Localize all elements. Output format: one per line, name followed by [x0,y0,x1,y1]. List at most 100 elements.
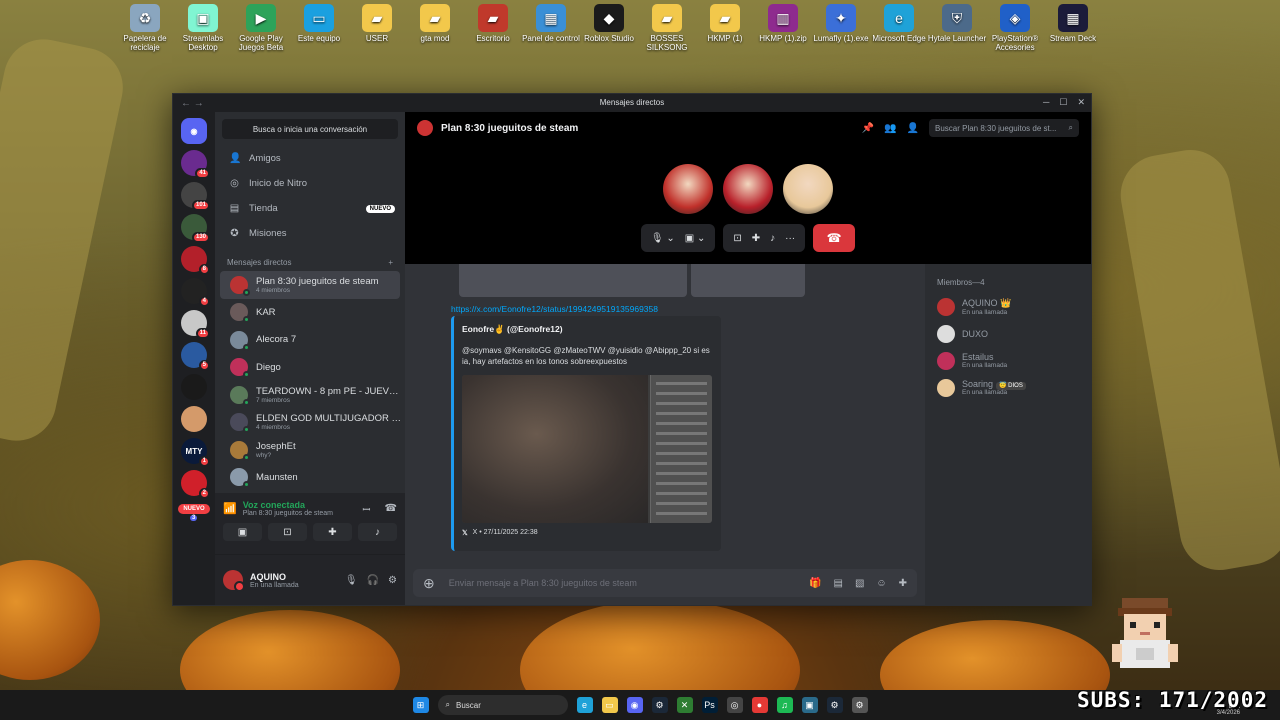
desktop-icon[interactable]: ✦ Lumafly (1).exe [809,4,873,43]
nav-item[interactable]: ✪ Misiones [215,221,405,246]
channel-search-input[interactable]: Buscar Plan 8:30 jueguitos de st... ⌕ [929,119,1079,137]
xbox-icon[interactable]: ✕ [676,697,693,713]
sticker-icon[interactable]: ▧ [855,578,864,589]
server-avatar-icon[interactable]: 2 [181,470,210,499]
nav-item[interactable]: 👤 Amigos [215,146,405,171]
gear-icon[interactable]: ⚙ [388,575,397,586]
desktop-icon[interactable]: ◆ Roblox Studio [577,4,641,43]
server-avatar-icon[interactable] [181,374,207,400]
emoji-icon[interactable]: ☺ [876,578,886,589]
camera-icon[interactable]: ▣ ⌄ [685,233,706,244]
desktop-icon[interactable]: ▦ Stream Deck [1041,4,1105,43]
soundboard-button[interactable]: ♪ [358,523,397,541]
server-avatar-icon[interactable]: MTY 1 [181,438,210,467]
message-composer[interactable]: ⊕ Enviar mensaje a Plan 8:30 jueguitos d… [413,569,917,597]
participant-avatar[interactable] [783,164,833,214]
server-avatar-icon[interactable]: 101 [181,182,210,211]
desktop-icon[interactable]: ▰ HKMP (1) [693,4,757,43]
settings-icon[interactable]: ⚙ [851,697,868,713]
dm-item[interactable]: JosephEt why? [220,436,400,464]
app-icon[interactable]: ▣ [801,697,818,713]
disconnect-icon[interactable]: ☎ [385,503,397,514]
desktop-icon[interactable]: ◈ PlayStation® Accesories [983,4,1047,52]
members-icon[interactable]: 👤 [907,123,919,134]
new-pill[interactable]: NUEVO 3 [178,504,210,521]
desktop-icon[interactable]: ▦ Panel de control [519,4,583,43]
member-item[interactable]: Estailus En una llamada [937,347,1079,374]
desktop-icon[interactable]: ▰ BOSSES SILKSONG [635,4,699,52]
share-screen-icon[interactable]: ⊡ [733,233,741,244]
desktop-icon[interactable]: ▥ HKMP (1).zip [751,4,815,43]
microphone-icon[interactable]: 🎙 ⌄ [651,233,675,244]
dm-item[interactable]: TEARDOWN - 8 pm PE - JUEVES 7 miembros [220,381,401,409]
dm-item[interactable]: Alecora 7 [220,326,400,354]
server-avatar-icon[interactable]: 4 [181,278,210,307]
message-link[interactable]: https://x.com/Eonofre12/status/199424951… [451,304,658,314]
spotify-icon[interactable]: ♫ [776,697,793,713]
desktop-icon[interactable]: ⛨ Hytale Launcher [925,4,989,43]
chrome-icon[interactable]: ● [751,697,768,713]
gift-icon[interactable]: 🎁 [809,578,821,589]
server-avatar-icon[interactable]: 11 [181,310,210,339]
member-item[interactable]: AQUINO 👑 En una llamada [937,293,1079,320]
discord-home-icon[interactable]: ◉ [181,118,207,144]
participant-avatar[interactable] [723,164,773,214]
embed-author[interactable]: Eonofre✌ (@Eonofre12) [462,324,713,335]
embed-image[interactable] [462,375,712,523]
desktop-icon[interactable]: ▶ Google Play Juegos Beta [229,4,293,52]
activities-icon[interactable]: ✚ [752,233,760,244]
participant-avatar[interactable] [663,164,713,214]
soundboard-icon[interactable]: ♪ [770,233,775,244]
add-attachment-icon[interactable]: ⊕ [423,575,435,592]
server-avatar-icon[interactable]: 5 [181,342,210,371]
nav-item[interactable]: ▤ Tienda NUEVO [215,196,405,221]
headphones-icon[interactable]: 🎧 [367,575,379,586]
more-icon[interactable]: ··· [785,233,795,244]
noise-suppression-icon[interactable]: ꟷ [362,502,370,516]
file-explorer-icon[interactable]: ▭ [601,697,618,713]
gif-icon[interactable]: ▤ [833,578,842,589]
server-avatar-icon[interactable] [181,406,207,432]
steam-icon[interactable]: ⚙ [826,697,843,713]
microphone-icon[interactable]: 🎙 [345,575,358,586]
minimize-icon[interactable]: ─ [1043,97,1049,108]
avatar[interactable] [223,570,245,592]
share-screen-button[interactable]: ⊡ [268,523,307,541]
desktop-icon[interactable]: e Microsoft Edge [867,4,931,43]
edge-icon[interactable]: e [576,697,593,713]
maximize-icon[interactable]: ☐ [1059,97,1067,108]
member-item[interactable]: Soaring 😇 DIOS En una llamada [937,374,1079,401]
dm-item[interactable]: ELDEN GOD MULTIJUGADOR 7... 4 miembros [220,409,401,437]
desktop-icon[interactable]: ▰ gta mod [403,4,467,43]
start-icon[interactable]: ⊞ [412,697,429,713]
username[interactable]: AQUINO [250,572,299,582]
camera-button[interactable]: ▣ [223,523,262,541]
close-icon[interactable]: ✕ [1077,97,1085,108]
voice-status[interactable]: Voz conectada [243,500,357,510]
photoshop-icon[interactable]: Ps [701,697,718,713]
obs-icon[interactable]: ◎ [726,697,743,713]
taskbar-search[interactable]: ⌕ Buscar [437,695,568,715]
activities-button[interactable]: ✚ [313,523,352,541]
server-avatar-icon[interactable]: 130 [181,214,210,243]
voice-channel[interactable]: Plan 8:30 jueguitos de steam [243,510,357,517]
desktop-icon[interactable]: ▣ Streamlabs Desktop [171,4,235,52]
create-dm-button[interactable]: + [388,258,393,267]
steam-icon[interactable]: ⚙ [651,697,668,713]
dm-item[interactable]: Diego [220,354,400,382]
hang-up-button[interactable]: ☎ [813,224,856,252]
member-item[interactable]: DUXO [937,320,1079,347]
server-avatar-icon[interactable]: 8 [181,246,210,275]
dm-item[interactable]: Maunsten [220,464,400,492]
apps-icon[interactable]: ✚ [899,578,907,589]
server-avatar-icon[interactable]: 41 [181,150,210,179]
pin-icon[interactable]: 📌 [862,123,874,134]
discord-icon[interactable]: ◉ [626,697,643,713]
desktop-icon[interactable]: ▰ USER [345,4,409,43]
dm-item[interactable]: Plan 8:30 jueguitos de steam 4 miembros [220,271,400,299]
dm-item[interactable]: KAR [220,299,400,327]
desktop-icon[interactable]: ▭ Este equipo [287,4,351,43]
desktop-icon[interactable]: ♻ Papelera de reciclaje [113,4,177,52]
nav-item[interactable]: ◎ Inicio de Nitro [215,171,405,196]
add-friends-icon[interactable]: 👥 [884,123,896,134]
